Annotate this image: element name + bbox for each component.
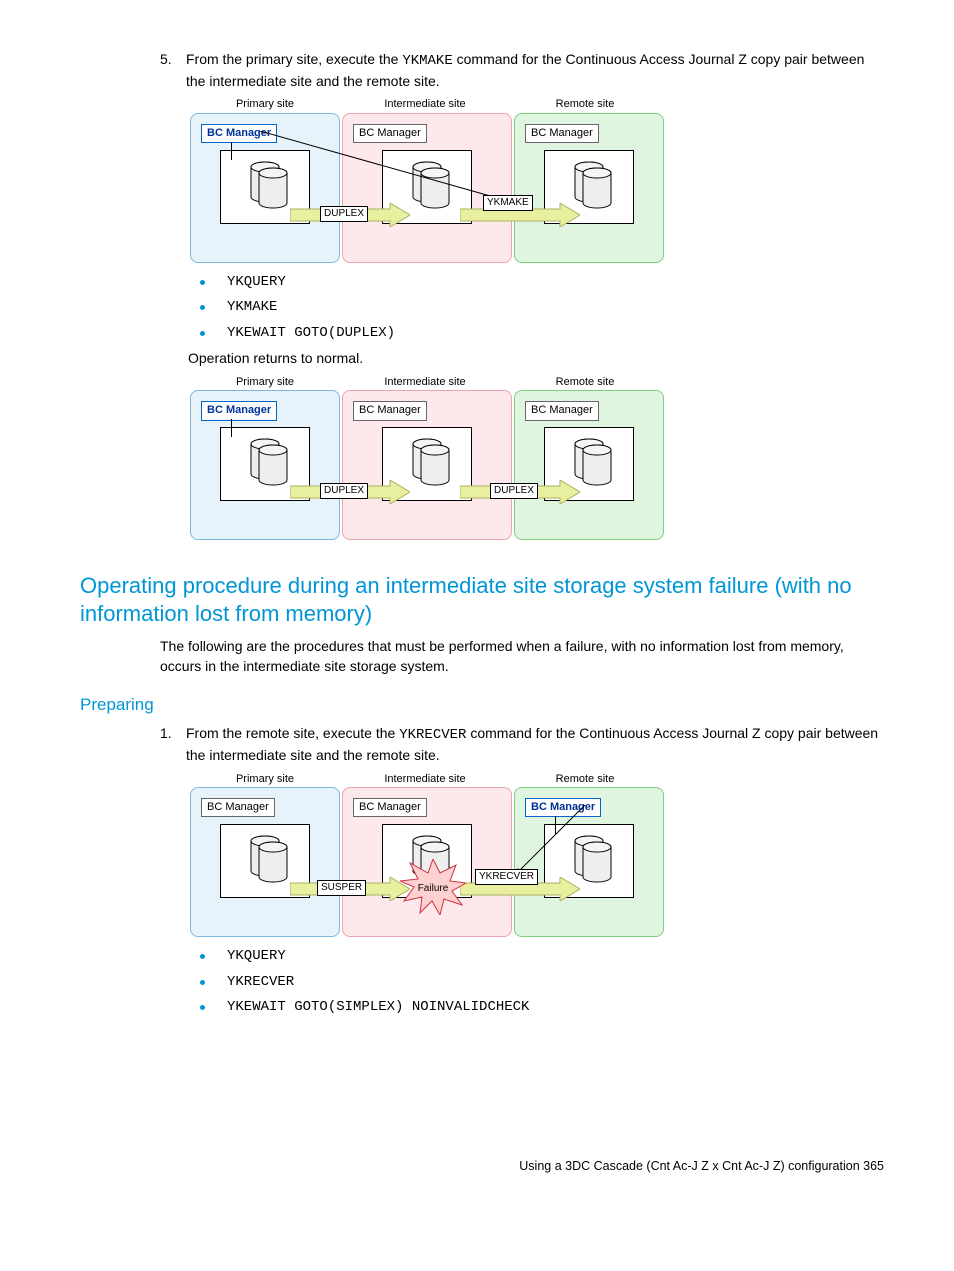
primary-site-box: BC Manager (190, 390, 340, 540)
bullet-icon (200, 980, 205, 985)
label-intermediate: Intermediate site (340, 772, 510, 787)
svg-text:Failure: Failure (418, 883, 449, 894)
label-remote: Remote site (510, 772, 660, 787)
diagram-2: Primary site Intermediate site Remote si… (190, 375, 690, 540)
label-primary: Primary site (190, 97, 340, 112)
remote-site-box: BC Manager (514, 113, 664, 263)
intermediate-site-box: BC Manager (342, 390, 512, 540)
section-body: The following are the procedures that mu… (160, 637, 884, 676)
remote-site-box: BC Manager (514, 390, 664, 540)
bc-manager-primary: BC Manager (201, 798, 275, 817)
return-text: Operation returns to normal. (188, 349, 884, 369)
step-text-a: From the primary site, execute the (186, 51, 402, 67)
cmd-arrow (260, 131, 520, 209)
step-body: From the remote site, execute the YKRECV… (186, 724, 884, 765)
bullet-icon (200, 954, 205, 959)
label-intermediate: Intermediate site (340, 375, 510, 390)
step-body: From the primary site, execute the YKMAK… (186, 50, 884, 91)
bullet-text: YKQUERY (227, 273, 286, 293)
section-heading: Operating procedure during an intermedia… (80, 572, 884, 627)
page-footer: Using a 3DC Cascade (Cnt Ac-J Z x Cnt Ac… (80, 1158, 884, 1176)
subsection-heading: Preparing (80, 693, 884, 717)
label-remote: Remote site (510, 375, 660, 390)
bc-manager-intermediate: BC Manager (353, 401, 427, 420)
bc-manager-primary: BC Manager (201, 401, 277, 420)
diagram-1: Primary site Intermediate site Remote si… (190, 97, 690, 262)
label-intermediate: Intermediate site (340, 97, 510, 112)
bullet-icon (200, 280, 205, 285)
pair-label-right: DUPLEX (490, 483, 538, 499)
step-1: 1. From the remote site, execute the YKR… (160, 724, 884, 765)
bullet-text: YKEWAIT GOTO(SIMPLEX) NOINVALIDCHECK (227, 998, 529, 1018)
pair-label-left: DUPLEX (320, 483, 368, 499)
primary-site-box: BC Manager (190, 787, 340, 937)
bullet-icon (200, 331, 205, 336)
step-cmd: YKMAKE (402, 53, 452, 69)
bullet-icon (200, 1005, 205, 1010)
bullet-list-2: YKQUERY YKRECVER YKEWAIT GOTO(SIMPLEX) N… (200, 947, 884, 1018)
step-number: 1. (160, 724, 186, 765)
pair-label-left: SUSPER (317, 880, 366, 896)
step-cmd: YKRECVER (399, 727, 466, 743)
bullet-icon (200, 305, 205, 310)
bc-manager-intermediate: BC Manager (353, 798, 427, 817)
bullet-text: YKMAKE (227, 298, 277, 318)
diagram-3: Primary site Intermediate site Remote si… (190, 772, 690, 937)
label-primary: Primary site (190, 772, 340, 787)
step-number: 5. (160, 50, 186, 91)
pair-label-right: YKMAKE (483, 195, 533, 211)
label-remote: Remote site (510, 97, 660, 112)
step-5: 5. From the primary site, execute the YK… (160, 50, 884, 91)
bullet-text: YKRECVER (227, 973, 294, 993)
pair-label-left: DUPLEX (320, 206, 368, 222)
pair-label-right: YKRECVER (475, 869, 538, 885)
failure-star: Failure (400, 859, 466, 921)
bullet-text: YKEWAIT GOTO(DUPLEX) (227, 324, 395, 344)
step-text-a: From the remote site, execute the (186, 725, 399, 741)
bullet-text: YKQUERY (227, 947, 286, 967)
bullet-list-1: YKQUERY YKMAKE YKEWAIT GOTO(DUPLEX) (200, 273, 884, 344)
label-primary: Primary site (190, 375, 340, 390)
bc-manager-remote: BC Manager (525, 401, 599, 420)
bc-manager-remote: BC Manager (525, 124, 599, 143)
